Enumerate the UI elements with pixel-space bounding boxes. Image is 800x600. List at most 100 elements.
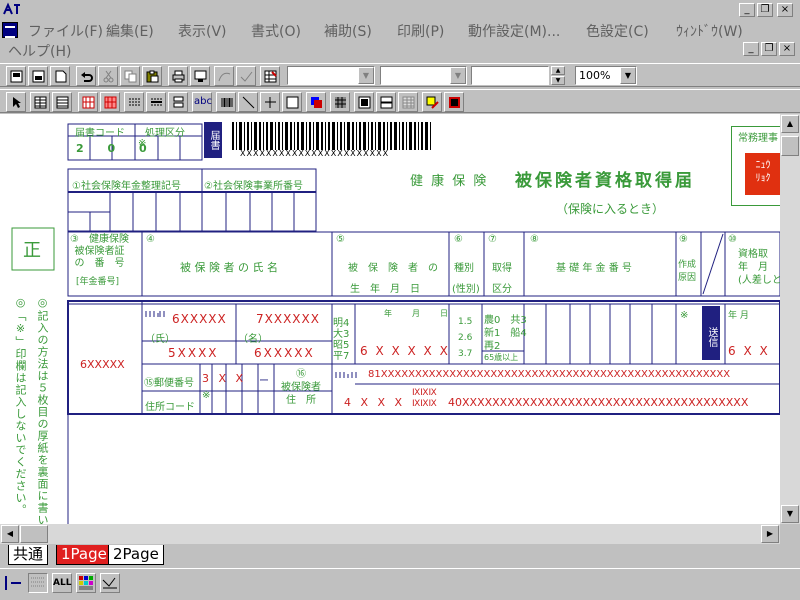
tab-common[interactable]: 共通 [8,545,49,565]
color-grid-icon[interactable] [76,573,96,593]
address-main[interactable]: 40XXXXXXXXXXXXXXXXXXXXXXXXXXXXXXXXXXXXXX [448,396,748,409]
fill-tool[interactable] [306,92,326,112]
red-grid-icon [82,96,95,109]
scroll-right-icon[interactable]: ▶ [761,525,779,543]
barcode-tool[interactable] [216,92,236,112]
kana-surname[interactable]: 6XXXXX [172,312,227,326]
merge-tool[interactable] [376,92,396,112]
date-value[interactable]: 6 X X [728,344,770,358]
menu-print[interactable]: 印刷(P) [397,21,444,41]
font-select[interactable]: ▼ [287,66,375,85]
pencil-icon [426,96,439,109]
menu-file[interactable]: ファイル(F) [28,21,103,41]
kanji-surname[interactable]: 5XXXX [168,346,219,360]
address-prefecture[interactable]: 4 X X X [344,396,405,409]
rect-tool[interactable] [282,92,302,112]
blank-page-button[interactable] [50,66,70,86]
all-button[interactable]: ALL [52,573,72,593]
doc-minimize-button[interactable]: _ [743,42,759,56]
grid-tool[interactable] [30,92,50,112]
rows-tool[interactable] [52,92,72,112]
stamp-icon [173,96,184,108]
doc-restore-button[interactable]: ❐ [761,42,777,56]
cut-button[interactable] [98,66,118,86]
scroll-left-icon[interactable]: ◀ [1,525,19,543]
document-icon[interactable] [2,22,18,38]
red-grid-tool[interactable] [78,92,98,112]
form-canvas[interactable]: 届書コード 処理区分 2 0 0 ※ 届書 XXXXXXXXXXXXXXXXXX… [0,114,780,524]
chevron-down-icon[interactable]: ▼ [358,67,374,84]
spin-up-icon[interactable]: ▲ [551,66,565,75]
postal-value[interactable]: 3 X X [202,372,246,385]
line-tool[interactable] [238,92,258,112]
size-select[interactable]: ▼ [380,66,467,85]
scroll-down-icon[interactable]: ▼ [781,505,799,523]
chevron-down-icon[interactable]: ▼ [450,67,466,84]
edit-tool[interactable] [422,92,442,112]
select-tool[interactable] [6,92,26,112]
draw-button[interactable] [214,66,234,86]
address-code-mark: ※ [202,390,211,401]
scroll-up-icon[interactable]: ▲ [781,115,799,133]
birth-month-label: 月 [412,309,420,318]
dot-grid-icon [151,98,162,106]
menu-window[interactable]: ｳｨﾝﾄﾞｳ(W) [676,21,743,41]
close-button[interactable]: × [777,3,793,17]
form-edit-button[interactable] [260,66,280,86]
col4-label: ④ [146,234,155,245]
birth-date-value[interactable]: 6 X X X X X [360,344,450,358]
vertical-scroll-thumb[interactable] [781,136,799,156]
tab-page-2[interactable]: 2Page [108,545,164,565]
color-tool[interactable] [444,92,464,112]
doc-close-button[interactable]: × [779,42,795,56]
diagonal-line-icon [242,96,255,109]
address-kana[interactable]: 81XXXXXXXXXXXXXXXXXXXXXXXXXXXXXXXXXXXXXX… [368,369,730,380]
kana-given-name[interactable]: 7XXXXXX [256,312,320,326]
dot-grid-tool[interactable] [146,92,166,112]
dots-tool[interactable] [124,92,144,112]
minimize-button[interactable]: _ [739,3,755,17]
value-input[interactable] [471,66,549,85]
red-cells-tool[interactable] [100,92,120,112]
kanji-given-name[interactable]: 6XXXXX [254,346,315,360]
copy-button[interactable] [120,66,140,86]
pattern-tool[interactable] [330,92,350,112]
open-button[interactable] [28,66,48,86]
check-button[interactable] [236,66,256,86]
address-district[interactable]: ⅨⅨⅨ ⅨⅨⅨ [412,388,437,410]
line-pen-icon[interactable] [100,573,120,593]
preview-button[interactable] [190,66,210,86]
zoom-select[interactable]: 100% ▼ [575,66,637,85]
table-tool[interactable] [398,92,418,112]
text-tool[interactable]: abc [192,92,212,112]
menu-view[interactable]: 表示(V) [178,21,227,41]
horizontal-scroll-thumb[interactable] [20,525,48,543]
barcode-caption: XXXXXXXXXXXXXXXXXXXXXXX [240,149,390,158]
menu-format[interactable]: 書式(O) [251,21,301,41]
frame-tool[interactable] [354,92,374,112]
cross-tool[interactable] [260,92,280,112]
menu-edit[interactable]: 編集(E) [106,21,154,41]
paste-button[interactable] [142,66,162,86]
menu-color[interactable]: 色設定(C) [586,21,649,41]
menu-help[interactable]: ヘルプ(H) [8,41,71,61]
print-button[interactable] [168,66,188,86]
line-style-icon[interactable] [3,573,23,593]
restore-button[interactable]: ❐ [757,3,773,17]
col5-sub: 生 年 月 日 [350,284,420,295]
stamp-tool[interactable] [168,92,188,112]
surname-label: （氏） [145,334,175,345]
spin-down-icon[interactable]: ▼ [551,76,565,85]
tab-page-1[interactable]: 1Page [56,545,112,565]
menu-settings[interactable]: 動作設定(M)... [468,21,560,41]
rectangle-icon [286,96,299,109]
menu-assist[interactable]: 補助(S) [324,21,372,41]
col10-label: ⑩ [728,234,737,245]
vertical-scrollbar[interactable]: ▲ ▼ [780,114,800,524]
insured-number[interactable]: 6XXXXX [80,358,125,371]
dotted-grid-icon[interactable] [28,573,48,593]
chevron-down-icon[interactable]: ▼ [620,67,636,84]
new-button[interactable] [6,66,26,86]
horizontal-scrollbar[interactable]: ◀ ▶ [0,524,780,544]
undo-button[interactable] [76,66,96,86]
